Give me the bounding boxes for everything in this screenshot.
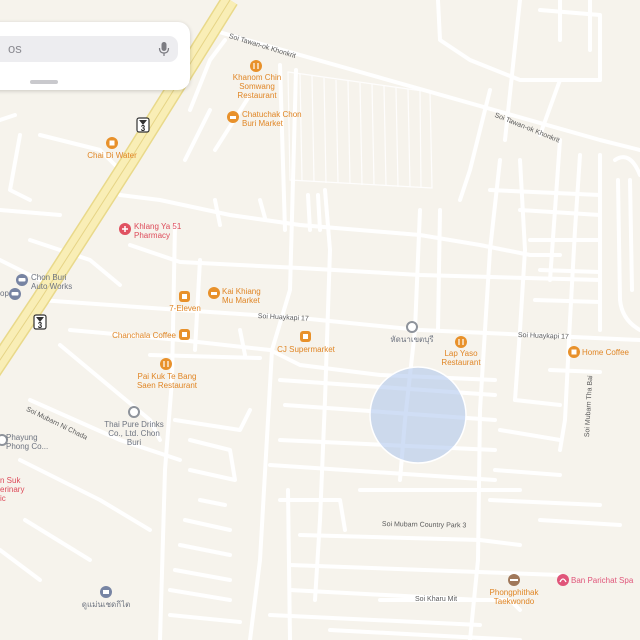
sheet-grabber-handle[interactable] [30, 80, 58, 84]
poi-label-phongphithak[interactable]: Phongphithak Taekwondo [483, 588, 545, 606]
poi-label-home-coffee[interactable]: Home Coffee [582, 348, 629, 357]
poi-label-ban-parichat-spa[interactable]: Ban Parichat Spa [571, 576, 633, 585]
basket-icon [227, 111, 239, 123]
current-location-accuracy-circle [369, 366, 467, 464]
poi-label-lap-yaso[interactable]: Lap Yaso Restaurant [436, 349, 486, 367]
search-input[interactable]: os [0, 36, 178, 62]
spa-icon [557, 574, 569, 586]
fork-knife-icon [250, 60, 262, 72]
poi-label-thai-landmark[interactable]: หัดนาเขตบุรี [390, 335, 433, 344]
store-icon [300, 331, 311, 342]
cup-icon [106, 137, 118, 149]
school-icon [100, 586, 112, 598]
highway-shield-icon: 3 [136, 117, 150, 133]
poi-label-edge-op[interactable]: op [0, 289, 9, 298]
highway-number-label: 3 [141, 124, 146, 133]
poi-label-phayung-phong[interactable]: Phayung Phong Co... [6, 433, 54, 451]
fork-knife-icon [160, 358, 172, 370]
poi-label-khlang-ya[interactable]: Khlang Ya 51 Pharmacy [134, 222, 189, 240]
dumbbell-icon [508, 574, 520, 586]
poi-label-chai-di-water[interactable]: Chai Di Water [87, 151, 137, 160]
highway-number-label: 3 [38, 321, 43, 330]
highway-shield-icon: 3 [33, 314, 47, 330]
car-icon [16, 274, 28, 286]
poi-label-chanchala-coffee[interactable]: Chanchala Coffee [112, 331, 176, 340]
poi-label-thai-bottom[interactable]: ดูแม่นเชดกิไต [82, 600, 131, 609]
poi-label-7-eleven[interactable]: 7-Eleven [169, 304, 201, 313]
poi-label-khanom-chin[interactable]: Khanom Chin Somwang Restaurant [226, 73, 288, 100]
cup-icon [179, 329, 190, 340]
factory-icon [128, 406, 140, 418]
landmark-icon [406, 321, 418, 333]
street-label: Soi Mubarn Country Park 3 [381, 521, 467, 530]
street-label: Soi Kharu Mit [415, 596, 458, 603]
poi-label-chon-buri-auto[interactable]: Chon Buri Auto Works [31, 273, 79, 291]
search-panel: os [0, 22, 190, 90]
poi-label-thai-pure[interactable]: Thai Pure Drinks Co., Ltd. Chon Buri [104, 420, 164, 447]
map-canvas[interactable]: 3 3 [0, 0, 640, 640]
poi-label-kai-khiang[interactable]: Kai Khiang Mu Market [222, 287, 270, 305]
store-icon [179, 291, 190, 302]
search-input-text: os [8, 41, 22, 56]
poi-label-veterinary-clinic[interactable]: n Suk erinary ic [0, 476, 26, 503]
cup-icon [568, 346, 580, 358]
poi-label-pai-kuk[interactable]: Pai Kuk Te Bang Saen Restaurant [134, 372, 200, 390]
poi-label-chatuchak[interactable]: Chatuchak Chon Buri Market [242, 110, 310, 128]
mic-icon[interactable] [158, 41, 170, 57]
poi-label-cj-supermarket[interactable]: CJ Supermarket [277, 345, 335, 354]
pharmacy-icon [119, 223, 131, 235]
car-icon [9, 288, 21, 300]
fork-knife-icon [455, 336, 467, 348]
basket-icon [208, 287, 220, 299]
